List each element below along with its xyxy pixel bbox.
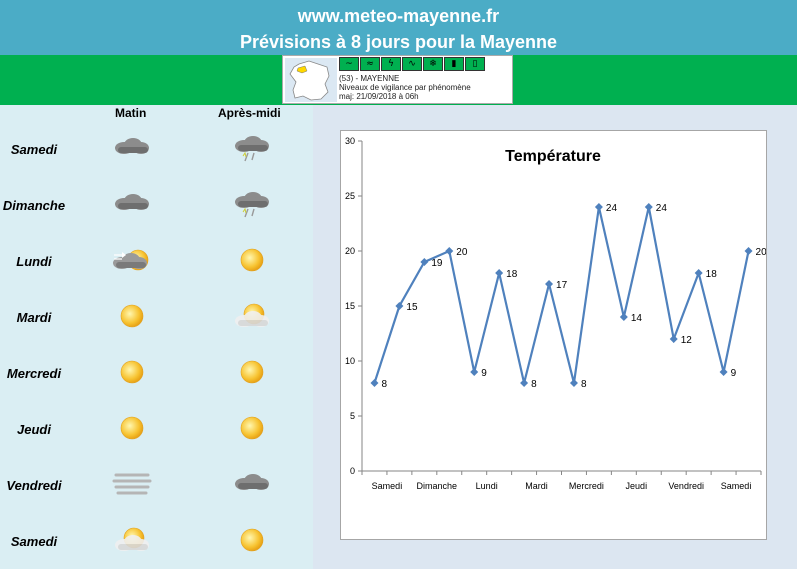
data-label: 15 — [406, 302, 418, 313]
sun-icon — [230, 523, 274, 557]
vigilance-update: maj: 21/09/2018 à 06h — [339, 92, 419, 101]
y-tick-label: 25 — [345, 191, 355, 201]
data-label: 20 — [456, 247, 468, 258]
y-tick-label: 20 — [345, 246, 355, 256]
rain-flood-icon: ≈ — [360, 57, 380, 71]
y-tick-label: 5 — [350, 411, 355, 421]
page-header: www.meteo-mayenne.fr Prévisions à 8 jour… — [0, 0, 797, 55]
data-label: 17 — [556, 280, 568, 291]
x-category-label: Lundi — [476, 481, 498, 491]
vigilance-panel[interactable]: ~ ≈ ϟ ∿ ❄ ▮ ▯ (53) - MAYENNE Niveaux de … — [282, 55, 513, 104]
data-point — [594, 203, 603, 211]
forecast-day-label: Jeudi — [17, 422, 51, 437]
forecast-day-label: Mardi — [16, 310, 52, 325]
data-point — [445, 247, 454, 255]
data-label: 24 — [656, 203, 668, 214]
morning-header: Matin — [115, 106, 147, 120]
data-point — [669, 335, 678, 343]
data-label: 8 — [581, 379, 587, 390]
y-tick-label: 10 — [345, 356, 355, 366]
data-point — [644, 203, 653, 211]
data-label: 12 — [681, 335, 693, 346]
sun-icon — [110, 411, 154, 445]
cloudy-icon — [110, 187, 154, 221]
data-point — [545, 280, 554, 288]
temperature-chart: 0 5 10 15 20 25 30 Samedi Dimanche Lundi Mardi Merc… — [340, 130, 767, 540]
forecast-day-label: Dimanche — [2, 198, 66, 213]
forecast-day-label: Samedi — [10, 142, 58, 157]
x-category-label: Mercredi — [569, 481, 604, 491]
afternoon-header: Après-midi — [218, 106, 281, 120]
rain-cloud-icon — [230, 187, 274, 221]
x-category-label: Samedi — [372, 481, 403, 491]
sun-icon — [230, 243, 274, 277]
x-category-label: Jeudi — [626, 481, 648, 491]
flood-icon: ∿ — [402, 57, 422, 71]
vigilance-dept: (53) - MAYENNE — [339, 74, 400, 83]
data-label: 18 — [706, 269, 718, 280]
sun-icon — [230, 355, 274, 389]
snow-ice-icon: ❄ — [423, 57, 443, 71]
data-label: 20 — [756, 247, 766, 258]
data-point — [520, 379, 529, 387]
data-label: 24 — [606, 203, 618, 214]
sun-icon — [230, 411, 274, 445]
cold-icon: ▯ — [465, 57, 485, 71]
wind-icon: ~ — [339, 57, 359, 71]
vigilance-desc: Niveaux de vigilance par phénomène — [339, 83, 471, 92]
sun-cloudy-icon — [110, 523, 154, 557]
data-label: 8 — [531, 379, 537, 390]
forecast-day-label: Vendredi — [6, 478, 62, 493]
data-point — [744, 247, 753, 255]
vigilance-icons: ~ ≈ ϟ ∿ ❄ ▮ ▯ — [339, 57, 485, 71]
x-category-label: Mardi — [525, 481, 548, 491]
data-point — [495, 269, 504, 277]
data-label: 8 — [381, 379, 387, 390]
sun-icon — [110, 299, 154, 333]
data-label: 9 — [731, 368, 737, 379]
y-tick-label: 0 — [350, 466, 355, 476]
data-label: 9 — [481, 368, 487, 379]
data-point — [370, 379, 379, 387]
x-category-label: Samedi — [721, 481, 752, 491]
temperature-chart-svg: 0 5 10 15 20 25 30 Samedi Dimanche Lundi Mardi Merc… — [345, 136, 767, 491]
data-point — [619, 313, 628, 321]
data-label: 19 — [431, 258, 443, 269]
forecast-day-label: Samedi — [10, 534, 58, 549]
data-point — [719, 368, 728, 376]
x-category-label: Vendredi — [668, 481, 704, 491]
cloudy-icon — [110, 131, 154, 165]
x-category-label: Dimanche — [417, 481, 458, 491]
data-point — [470, 368, 479, 376]
forecast-day-label: Lundi — [16, 254, 52, 269]
chart-title: Température — [505, 148, 601, 165]
heat-icon: ▮ — [444, 57, 464, 71]
site-title[interactable]: www.meteo-mayenne.fr — [0, 6, 797, 27]
y-tick-label: 30 — [345, 136, 355, 146]
france-map-icon — [285, 58, 337, 102]
sun-cloudy-icon — [230, 299, 274, 333]
temperature-series-line — [373, 206, 750, 384]
data-label: 18 — [506, 269, 518, 280]
y-tick-label: 15 — [345, 301, 355, 311]
sun-cloud-wind-icon — [110, 243, 154, 277]
rain-cloud-icon — [230, 131, 274, 165]
forecast-day-label: Mercredi — [6, 366, 62, 381]
vigilance-text: (53) - MAYENNE Niveaux de vigilance par … — [339, 74, 471, 101]
page-subtitle: Prévisions à 8 jours pour la Mayenne — [239, 32, 558, 52]
cloudy-icon — [230, 467, 274, 501]
data-label: 14 — [631, 313, 643, 324]
data-point — [569, 379, 578, 387]
data-point — [694, 269, 703, 277]
fog-icon — [110, 467, 154, 501]
sun-icon — [110, 355, 154, 389]
storm-icon: ϟ — [381, 57, 401, 71]
